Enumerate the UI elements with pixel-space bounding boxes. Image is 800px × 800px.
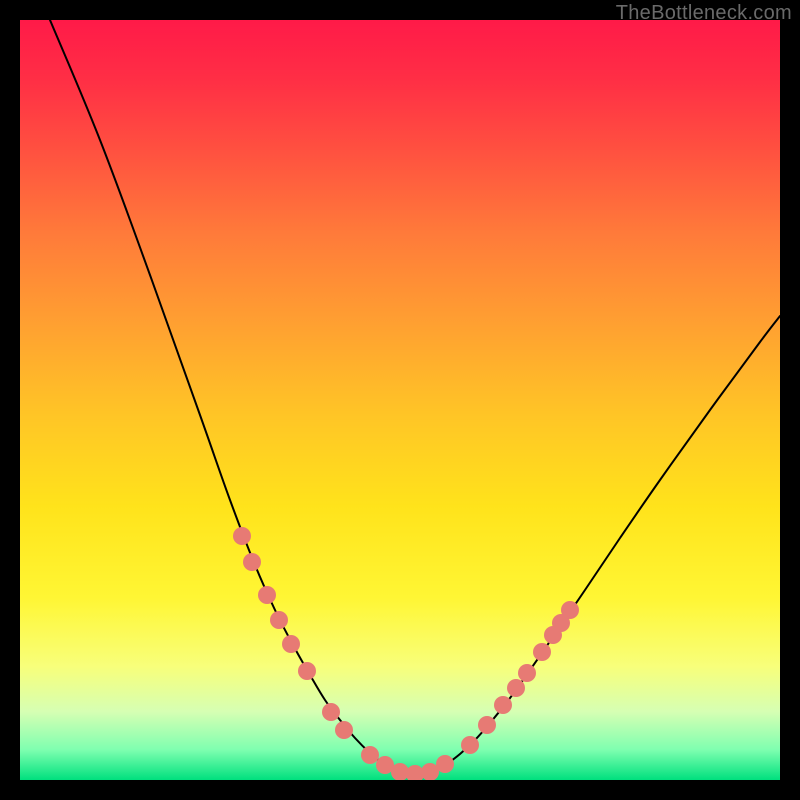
marker-dot	[322, 703, 340, 721]
curve-group	[50, 20, 780, 775]
marker-dot	[533, 643, 551, 661]
marker-dot	[233, 527, 251, 545]
marker-dot	[243, 553, 261, 571]
marker-dot	[478, 716, 496, 734]
chart-plot-area	[20, 20, 780, 780]
marker-dot	[561, 601, 579, 619]
marker-dot	[507, 679, 525, 697]
marker-dot	[335, 721, 353, 739]
marker-dot	[298, 662, 316, 680]
marker-dot	[270, 611, 288, 629]
marker-dot	[461, 736, 479, 754]
marker-dot	[518, 664, 536, 682]
marker-dot	[258, 586, 276, 604]
curve-left-curve	[50, 20, 415, 775]
marker-dot	[436, 755, 454, 773]
marker-group	[233, 527, 579, 780]
watermark-text: TheBottleneck.com	[616, 2, 792, 25]
marker-dot	[282, 635, 300, 653]
marker-dot	[494, 696, 512, 714]
curve-right-curve	[415, 316, 780, 775]
chart-svg	[20, 20, 780, 780]
marker-dot	[361, 746, 379, 764]
